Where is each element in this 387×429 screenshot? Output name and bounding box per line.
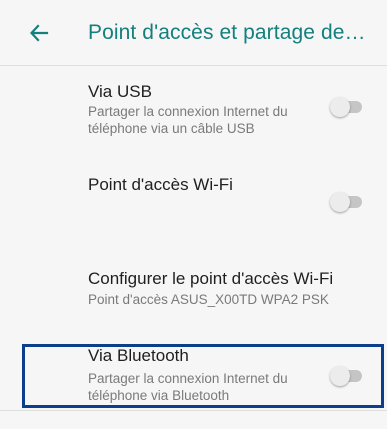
setting-title-bluetooth: Via Bluetooth <box>88 346 189 365</box>
arrow-left-icon <box>29 24 49 42</box>
setting-title-wifi-hotspot: Point d'accès Wi-Fi <box>88 175 233 194</box>
toggle-thumb <box>330 192 350 212</box>
setting-row-wifi-hotspot[interactable]: Point d'accès Wi-Fi <box>0 160 387 240</box>
setting-row-bluetooth[interactable]: Via Bluetooth Partager la connexion Inte… <box>0 344 387 408</box>
back-button[interactable] <box>24 18 54 48</box>
toggle-thumb <box>330 366 350 386</box>
setting-subtitle-bluetooth-line1: Partager la connexion Internet du <box>88 371 288 386</box>
page-title: Point d'accès et partage de… <box>88 21 366 44</box>
wifi-hotspot-toggle[interactable] <box>330 191 362 212</box>
usb-toggle[interactable] <box>330 96 362 117</box>
setting-subtitle-configure-hotspot: Point d'accès ASUS_X00TD WPA2 PSK <box>88 292 329 307</box>
setting-title-configure-hotspot: Configurer le point d'accès Wi-Fi <box>88 269 334 288</box>
bluetooth-toggle[interactable] <box>330 365 362 386</box>
setting-title-usb: Via USB <box>88 82 152 101</box>
setting-subtitle-usb-line1: Partager la connexion Internet du <box>88 104 288 119</box>
setting-row-usb[interactable]: Via USB Partager la connexion Internet d… <box>0 67 387 147</box>
app-bar: Point d'accès et partage de… <box>0 0 387 66</box>
setting-subtitle-bluetooth-line2: téléphone via Bluetooth <box>88 388 230 403</box>
setting-row-configure-hotspot[interactable]: Configurer le point d'accès Wi-Fi Point … <box>0 257 387 323</box>
divider <box>0 410 387 411</box>
toggle-thumb <box>330 97 350 117</box>
setting-subtitle-usb-line2: téléphone via un câble USB <box>88 121 255 136</box>
